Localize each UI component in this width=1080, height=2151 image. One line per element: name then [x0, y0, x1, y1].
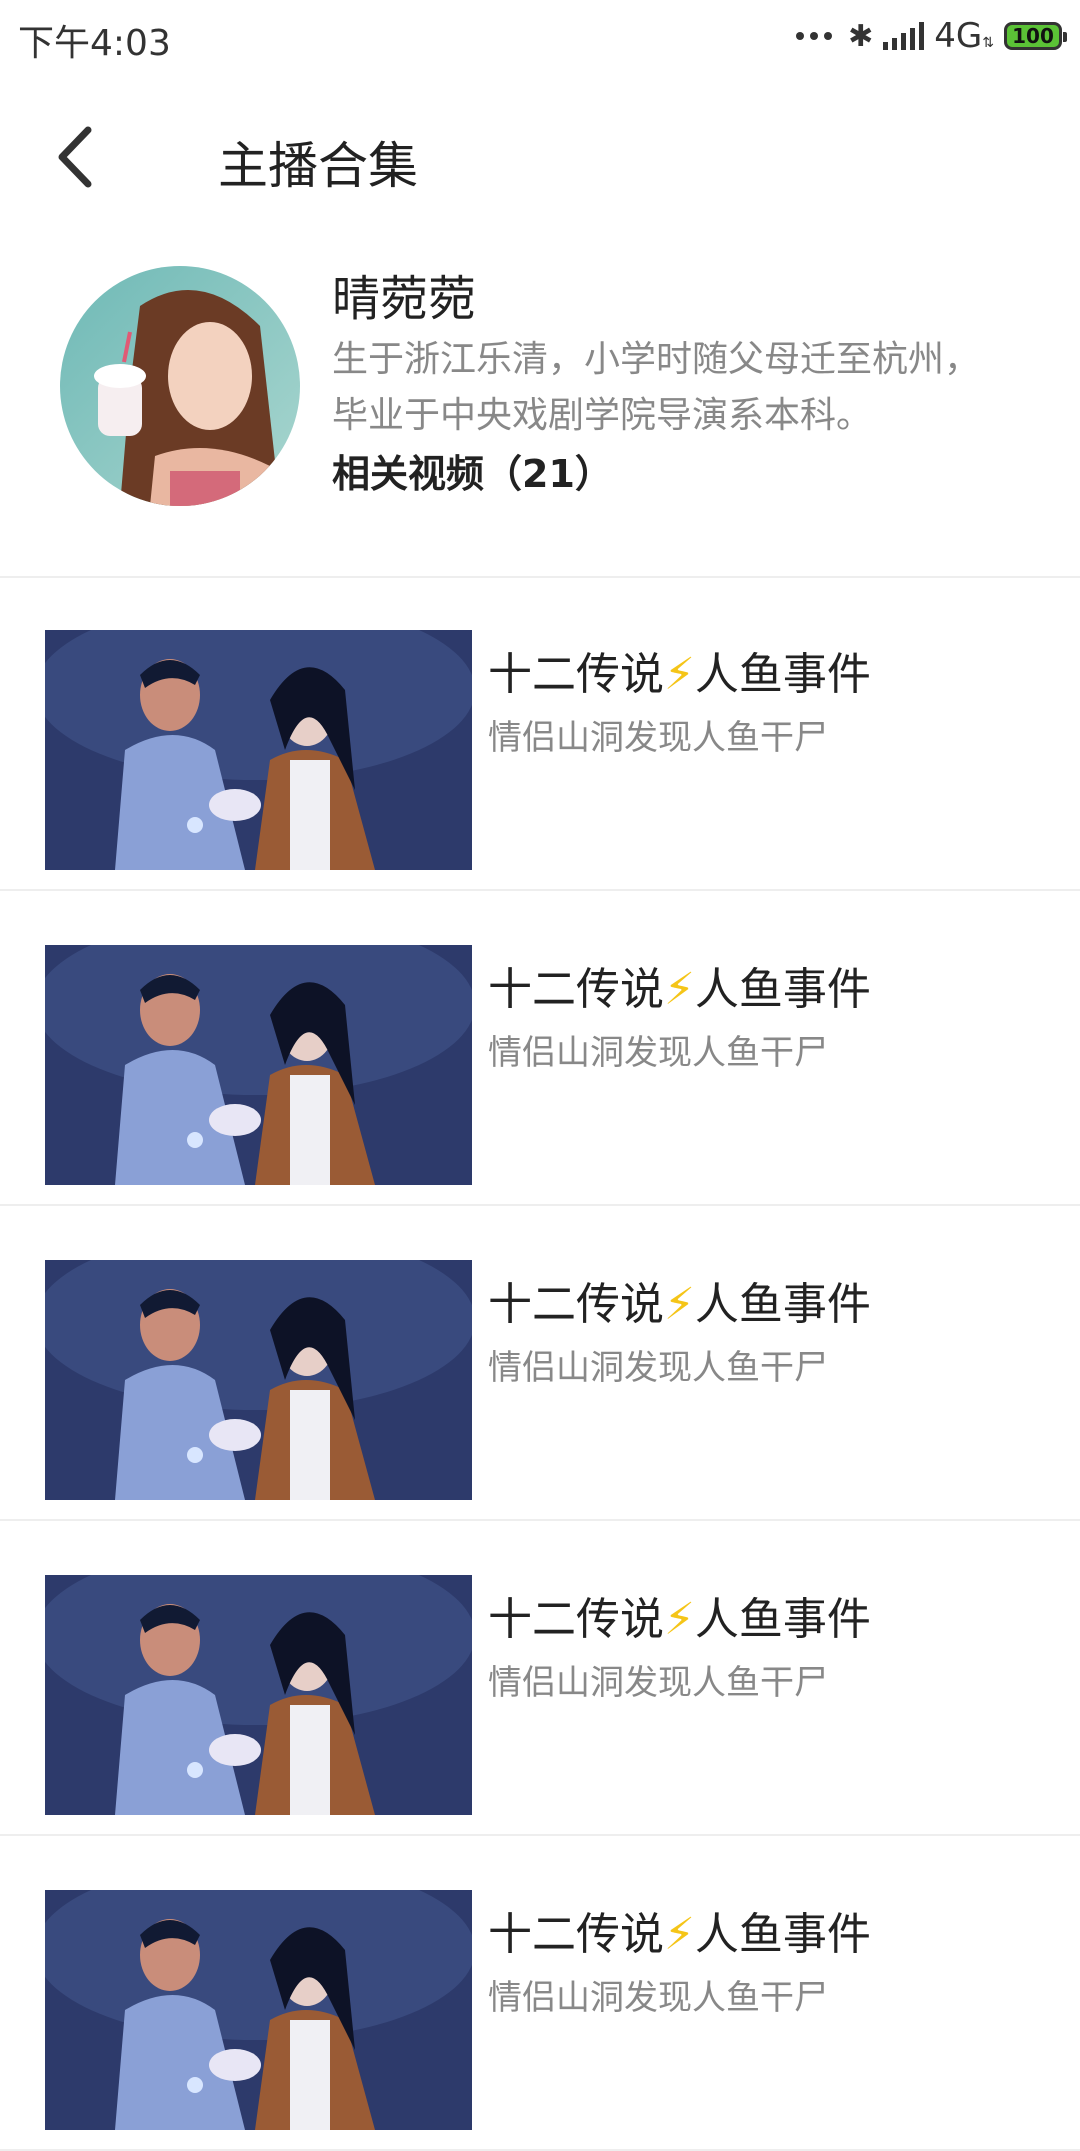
- network-type: 4G⇅: [934, 16, 994, 56]
- video-list-item[interactable]: 十二传说⚡人鱼事件 情侣山洞发现人鱼干尸: [0, 576, 1080, 891]
- lightning-icon: ⚡: [664, 1279, 695, 1330]
- video-list-item[interactable]: 十二传说⚡人鱼事件 情侣山洞发现人鱼干尸: [0, 1836, 1080, 2151]
- video-subtitle: 情侣山洞发现人鱼干尸: [488, 1663, 828, 1703]
- page-title: 主播合集: [218, 137, 418, 195]
- video-list-item[interactable]: 十二传说⚡人鱼事件 情侣山洞发现人鱼干尸: [0, 1521, 1080, 1836]
- video-subtitle: 情侣山洞发现人鱼干尸: [488, 1978, 828, 2018]
- more-dots-icon: [796, 32, 833, 40]
- video-thumbnail[interactable]: [45, 1575, 472, 1815]
- related-videos-count: 相关视频（21）: [332, 452, 613, 496]
- battery-level: 100: [1012, 24, 1054, 48]
- video-title: 十二传说⚡人鱼事件: [488, 649, 871, 700]
- battery-icon: 100: [1004, 22, 1067, 50]
- profile-info: 晴菀菀 生于浙江乐清，小学时随父母迁至杭州， 毕业于中央戏剧学院导演系本科。 相…: [332, 266, 1072, 504]
- video-list: 十二传说⚡人鱼事件 情侣山洞发现人鱼干尸 十二传说⚡人鱼事件 情侣山洞发现人鱼干…: [0, 576, 1080, 2151]
- video-thumbnail[interactable]: [45, 1890, 472, 2130]
- host-bio-line-1: 生于浙江乐清，小学时随父母迁至杭州，: [332, 339, 981, 380]
- lightning-icon: ⚡: [664, 649, 695, 700]
- signal-icon: [883, 22, 925, 50]
- status-icons: ✱ 4G⇅ 100: [796, 14, 1067, 58]
- video-thumbnail[interactable]: [45, 945, 472, 1185]
- bluetooth-icon: ✱: [848, 18, 874, 54]
- host-profile: 晴菀菀 生于浙江乐清，小学时随父母迁至杭州， 毕业于中央戏剧学院导演系本科。 相…: [0, 236, 1080, 576]
- video-title: 十二传说⚡人鱼事件: [488, 1909, 871, 1960]
- video-list-item[interactable]: 十二传说⚡人鱼事件 情侣山洞发现人鱼干尸: [0, 1206, 1080, 1521]
- video-subtitle: 情侣山洞发现人鱼干尸: [488, 1348, 828, 1388]
- video-title: 十二传说⚡人鱼事件: [488, 964, 871, 1015]
- lightning-icon: ⚡: [664, 1909, 695, 1960]
- video-subtitle: 情侣山洞发现人鱼干尸: [488, 1033, 828, 1073]
- lightning-icon: ⚡: [664, 964, 695, 1015]
- video-thumbnail[interactable]: [45, 630, 472, 870]
- video-list-item[interactable]: 十二传说⚡人鱼事件 情侣山洞发现人鱼干尸: [0, 891, 1080, 1206]
- host-bio-line-2: 毕业于中央戏剧学院导演系本科。: [332, 395, 873, 436]
- status-time: 下午4:03: [18, 23, 171, 64]
- video-title: 十二传说⚡人鱼事件: [488, 1279, 871, 1330]
- avatar: [60, 266, 300, 506]
- header: 主播合集: [0, 76, 1080, 236]
- chevron-left-icon: [58, 126, 92, 188]
- video-thumbnail[interactable]: [45, 1260, 472, 1500]
- lightning-icon: ⚡: [664, 1594, 695, 1645]
- video-title: 十二传说⚡人鱼事件: [488, 1594, 871, 1645]
- status-bar: 下午4:03 ✱ 4G⇅ 100: [0, 0, 1080, 76]
- host-name: 晴菀菀: [332, 271, 477, 327]
- back-button[interactable]: [54, 124, 114, 190]
- video-subtitle: 情侣山洞发现人鱼干尸: [488, 718, 828, 758]
